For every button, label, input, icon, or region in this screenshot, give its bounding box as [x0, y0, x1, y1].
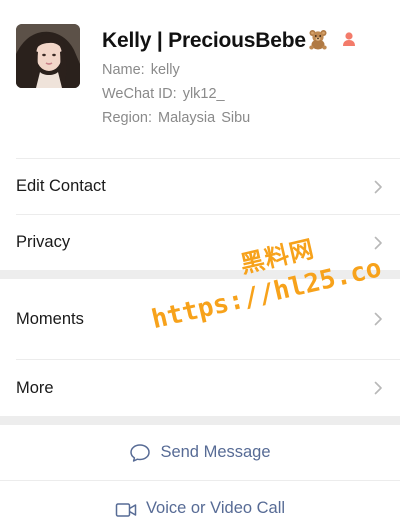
edit-contact-row[interactable]: Edit Contact [0, 159, 400, 214]
female-gender-icon [342, 32, 355, 46]
section-separator [0, 416, 400, 425]
voice-video-call-label: Voice or Video Call [145, 499, 286, 517]
moments-row[interactable]: Moments [0, 279, 400, 359]
region-label: Region: [102, 110, 152, 126]
name-label: Name: [102, 62, 145, 78]
chevron-right-icon [374, 312, 382, 326]
privacy-label: Privacy [16, 233, 71, 251]
wechat-id-line: WeChat ID: ylk12_ [102, 85, 225, 103]
region-country: Malaysia [157, 110, 216, 126]
region-line: Region: Malaysia Sibu [102, 109, 250, 127]
name-line: Name: kelly [102, 61, 180, 79]
send-message-button[interactable]: Send Message [0, 425, 400, 480]
wechat-id-value[interactable]: ylk12_ [183, 86, 225, 102]
voice-video-call-button[interactable]: Voice or Video Call [0, 481, 400, 524]
avatar-photo [16, 24, 80, 88]
video-camera-icon [115, 503, 137, 517]
avatar[interactable] [16, 24, 80, 88]
section-separator [0, 270, 400, 279]
more-row[interactable]: More [0, 360, 400, 416]
send-message-label: Send Message [160, 443, 271, 461]
wechat-id-label: WeChat ID: [102, 86, 177, 102]
chevron-right-icon [374, 236, 382, 249]
moments-label: Moments [16, 309, 84, 328]
more-label: More [16, 378, 54, 397]
contact-display-name: Kelly | PreciousBebe [102, 28, 357, 54]
teddy-bear-icon [309, 30, 327, 50]
chat-bubble-icon [130, 443, 151, 462]
edit-contact-label: Edit Contact [16, 177, 106, 195]
region-city: Sibu [221, 110, 251, 126]
profile-header: Kelly | PreciousBebe Name: kelly WeChat … [0, 0, 400, 158]
privacy-row[interactable]: Privacy [0, 215, 400, 270]
name-value: kelly [150, 62, 180, 78]
contact-profile-page: Kelly | PreciousBebe Name: kelly WeChat … [0, 0, 400, 524]
chevron-right-icon [374, 381, 382, 395]
display-name-text: Kelly | PreciousBebe [102, 29, 306, 52]
chevron-right-icon [374, 180, 382, 193]
